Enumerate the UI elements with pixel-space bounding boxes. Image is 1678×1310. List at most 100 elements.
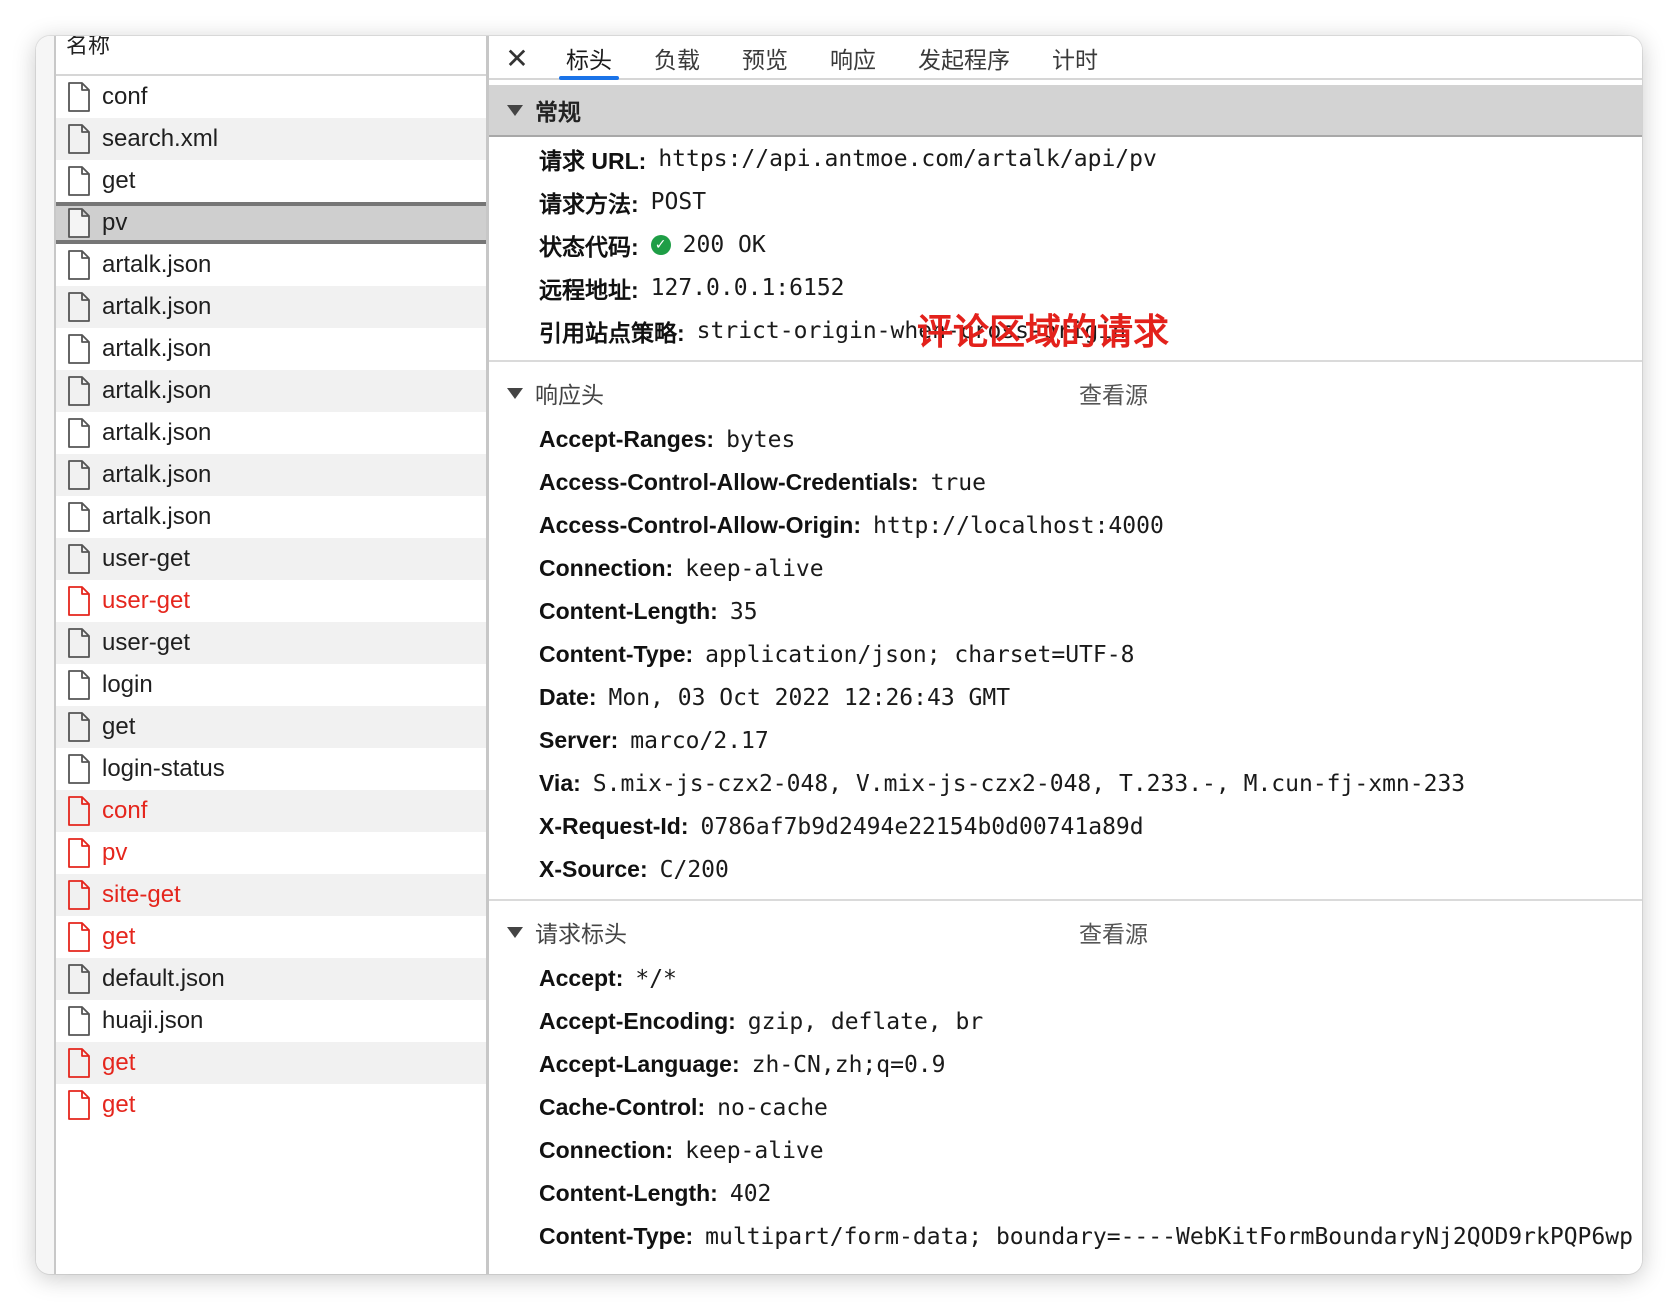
field-value[interactable]: 200 OK — [683, 232, 766, 258]
check-circle-icon: ✓ — [650, 234, 671, 255]
file-icon — [68, 838, 90, 868]
file-icon — [68, 82, 90, 112]
field-value[interactable]: gzip, deflate, br — [748, 1009, 983, 1035]
divider — [489, 899, 1642, 901]
header-field: Content-Type: application/json; charset=U… — [489, 633, 1642, 676]
request-name: artalk.json — [102, 377, 212, 404]
request-row[interactable]: pv — [56, 832, 486, 874]
request-row[interactable]: pv — [56, 202, 486, 244]
field-value[interactable]: zh-CN,zh;q=0.9 — [752, 1052, 946, 1078]
request-row[interactable]: login-status — [56, 748, 486, 790]
tab-list: 标头 负载 预览 响应 发起程序 计时 — [545, 36, 1119, 80]
request-row[interactable]: get — [56, 1084, 486, 1126]
file-icon — [68, 208, 90, 238]
tab-1[interactable]: 负载 — [633, 38, 721, 78]
field-key: Accept-Language: — [539, 1051, 740, 1077]
field-key: Accept-Ranges: — [539, 426, 715, 452]
request-row[interactable]: user-get — [56, 580, 486, 622]
field-value[interactable]: 0786af7b9d2494e22154b0d00741a89d — [701, 814, 1144, 840]
field-key: X-Source: — [539, 856, 648, 882]
field-value[interactable]: multipart/form-data; boundary=----WebKit… — [705, 1224, 1633, 1250]
request-row[interactable]: site-get — [56, 874, 486, 916]
field-value[interactable]: marco/2.17 — [630, 728, 768, 754]
field-key: Accept: — [539, 965, 624, 991]
request-row[interactable]: get — [56, 916, 486, 958]
field-value[interactable]: no-cache — [717, 1095, 828, 1121]
request-row[interactable]: artalk.json — [56, 370, 486, 412]
request-row[interactable]: search.xml — [56, 118, 486, 160]
field-value[interactable]: http://localhost:4000 — [873, 513, 1164, 539]
tab-5[interactable]: 计时 — [1031, 38, 1119, 78]
field-value[interactable]: true — [931, 470, 986, 496]
field-value[interactable]: keep-alive — [685, 556, 823, 582]
file-icon — [68, 1090, 90, 1120]
field-value[interactable]: Mon, 03 Oct 2022 12:26:43 GMT — [609, 685, 1011, 711]
field-value[interactable]: POST — [651, 189, 706, 215]
field-value[interactable]: keep-alive — [685, 1138, 823, 1164]
response-headers-section-header[interactable]: 响应头 查看源 — [489, 368, 1642, 418]
request-name: artalk.json — [102, 293, 212, 320]
request-name: pv — [102, 209, 128, 236]
request-name: get — [102, 167, 136, 194]
field-value[interactable]: 127.0.0.1:6152 — [651, 275, 845, 301]
field-key: Content-Length: — [539, 598, 718, 624]
request-name: artalk.json — [102, 419, 212, 446]
request-row[interactable]: artalk.json — [56, 286, 486, 328]
request-row[interactable]: user-get — [56, 538, 486, 580]
request-row[interactable]: artalk.json — [56, 454, 486, 496]
request-row[interactable]: default.json — [56, 958, 486, 1000]
file-icon — [68, 502, 90, 532]
view-source-link[interactable]: 查看源 — [1079, 915, 1148, 949]
request-name: get — [102, 923, 136, 950]
triangle-down-icon — [507, 104, 523, 116]
request-row[interactable]: conf — [56, 790, 486, 832]
triangle-down-icon — [507, 387, 523, 399]
general-section-header[interactable]: 常规 — [489, 85, 1642, 137]
tab-2[interactable]: 预览 — [721, 38, 809, 78]
close-icon[interactable]: ✕ — [489, 38, 545, 78]
request-row[interactable]: get — [56, 1042, 486, 1084]
request-name: get — [102, 1049, 136, 1076]
field-value[interactable]: 35 — [730, 599, 758, 625]
request-row[interactable]: get — [56, 706, 486, 748]
header-field: X-Source: C/200 — [489, 848, 1642, 891]
request-row[interactable]: login — [56, 664, 486, 706]
response-headers-fields: Accept-Ranges: bytes Access-Control-Allow-… — [489, 418, 1642, 891]
field-key: 请求方法: — [539, 190, 639, 217]
view-source-link[interactable]: 查看源 — [1079, 376, 1148, 410]
request-name: conf — [102, 83, 148, 110]
request-row[interactable]: artalk.json — [56, 412, 486, 454]
name-column-header[interactable]: 名称 — [56, 36, 486, 76]
request-row[interactable]: artalk.json — [56, 496, 486, 538]
field-key: Connection: — [539, 1137, 674, 1163]
field-value[interactable]: application/json; charset=UTF-8 — [705, 642, 1134, 668]
header-field: Accept: */* — [489, 957, 1642, 1000]
header-field: 请求方法: POST — [489, 180, 1642, 223]
file-icon — [68, 922, 90, 952]
request-row[interactable]: user-get — [56, 622, 486, 664]
field-value[interactable]: bytes — [726, 427, 795, 453]
header-field: Server: marco/2.17 — [489, 719, 1642, 762]
field-key: Via: — [539, 770, 581, 796]
field-value[interactable]: S.mix-js-czx2-048, V.mix-js-czx2-048, T.… — [593, 771, 1465, 797]
response-headers-title: 响应头 — [535, 382, 604, 408]
tab-4[interactable]: 发起程序 — [897, 38, 1031, 78]
field-value[interactable]: */* — [635, 966, 677, 992]
tab-3[interactable]: 响应 — [809, 38, 897, 78]
file-icon — [68, 754, 90, 784]
general-section-title: 常规 — [535, 99, 581, 125]
request-headers-section-header[interactable]: 请求标头 查看源 — [489, 907, 1642, 957]
request-row[interactable]: get — [56, 160, 486, 202]
request-row[interactable]: artalk.json — [56, 244, 486, 286]
request-row[interactable]: conf — [56, 76, 486, 118]
request-row[interactable]: artalk.json — [56, 328, 486, 370]
field-key: 请求 URL: — [539, 147, 647, 174]
tab-0[interactable]: 标头 — [545, 38, 633, 80]
field-value[interactable]: C/200 — [660, 857, 729, 883]
field-value[interactable]: 402 — [730, 1181, 772, 1207]
header-field: Accept-Ranges: bytes — [489, 418, 1642, 461]
header-field: Access-Control-Allow-Credentials: true — [489, 461, 1642, 504]
field-key: 引用站点策略: — [539, 319, 685, 346]
field-value[interactable]: https://api.antmoe.com/artalk/api/pv — [658, 146, 1157, 172]
request-row[interactable]: huaji.json — [56, 1000, 486, 1042]
